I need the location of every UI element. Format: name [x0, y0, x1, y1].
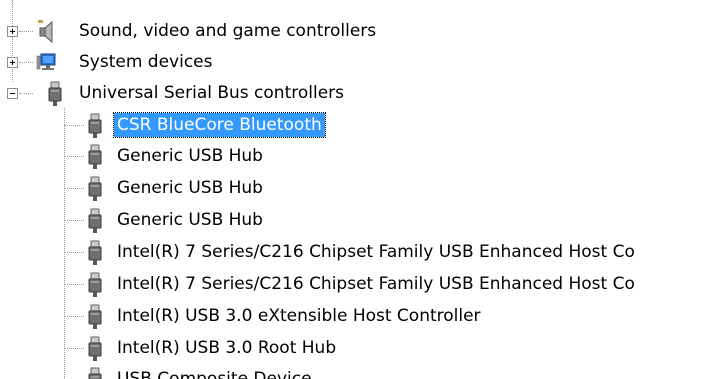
- device-label[interactable]: Intel(R) 7 Series/C216 Chipset Family US…: [114, 240, 638, 264]
- device-label[interactable]: Intel(R) 7 Series/C216 Chipset Family US…: [114, 272, 638, 296]
- usb-plug-icon: [84, 208, 106, 234]
- tree-branch-line: [64, 252, 84, 253]
- tree-branch-line: [64, 348, 84, 349]
- expand-toggle-system-devices[interactable]: [7, 57, 18, 68]
- category-label[interactable]: Universal Serial Bus controllers: [76, 81, 347, 105]
- device-label[interactable]: Generic USB Hub: [114, 144, 266, 168]
- usb-plug-icon: [84, 176, 106, 202]
- usb-plug-icon: [84, 240, 106, 266]
- tree-branch-line: [19, 31, 33, 32]
- speaker-icon: [36, 19, 58, 45]
- device-label-selected[interactable]: CSR BlueCore Bluetooth: [113, 112, 326, 138]
- usb-plug-icon: [44, 81, 66, 107]
- usb-plug-icon: [84, 304, 106, 330]
- device-row[interactable]: Intel(R) USB 3.0 Root Hub: [0, 334, 704, 365]
- device-row[interactable]: Generic USB Hub: [0, 142, 704, 173]
- device-label[interactable]: USB Composite Device: [114, 367, 315, 379]
- device-label[interactable]: Intel(R) USB 3.0 Root Hub: [114, 336, 339, 360]
- collapse-toggle-usb-controllers[interactable]: [7, 88, 18, 99]
- tree-branch-line: [64, 156, 84, 157]
- usb-plug-icon: [84, 272, 106, 298]
- device-row[interactable]: Intel(R) 7 Series/C216 Chipset Family US…: [0, 238, 704, 269]
- device-label[interactable]: Intel(R) USB 3.0 eXtensible Host Control…: [114, 304, 484, 328]
- tree-branch-line: [64, 188, 84, 189]
- device-row[interactable]: Generic USB Hub: [0, 206, 704, 237]
- usb-plug-icon: [84, 336, 106, 362]
- tree-branch-line: [64, 316, 84, 317]
- device-tree: Sound, video and game controllers System…: [0, 0, 704, 379]
- category-label[interactable]: Sound, video and game controllers: [76, 19, 379, 43]
- tree-branch-line: [64, 125, 84, 126]
- category-row-usb-controllers[interactable]: Universal Serial Bus controllers: [0, 79, 704, 110]
- device-row[interactable]: CSR BlueCore Bluetooth: [0, 111, 704, 142]
- category-row-sound[interactable]: Sound, video and game controllers: [0, 17, 704, 48]
- device-label[interactable]: Generic USB Hub: [114, 176, 266, 200]
- device-row[interactable]: USB Composite Device: [0, 365, 704, 379]
- usb-plug-icon: [84, 144, 106, 170]
- tree-branch-line: [19, 62, 33, 63]
- category-row-system-devices[interactable]: System devices: [0, 48, 704, 79]
- device-label[interactable]: Generic USB Hub: [114, 208, 266, 232]
- expand-toggle-sound[interactable]: [7, 26, 18, 37]
- tree-branch-line: [19, 93, 33, 94]
- device-row[interactable]: Intel(R) USB 3.0 eXtensible Host Control…: [0, 302, 704, 333]
- tree-branch-line: [64, 284, 84, 285]
- device-row[interactable]: Intel(R) 7 Series/C216 Chipset Family US…: [0, 270, 704, 301]
- computer-icon: [36, 50, 58, 76]
- usb-plug-icon: [84, 367, 106, 379]
- device-row[interactable]: Generic USB Hub: [0, 174, 704, 205]
- usb-plug-icon: [84, 113, 106, 139]
- category-label[interactable]: System devices: [76, 50, 216, 74]
- tree-branch-line: [64, 220, 84, 221]
